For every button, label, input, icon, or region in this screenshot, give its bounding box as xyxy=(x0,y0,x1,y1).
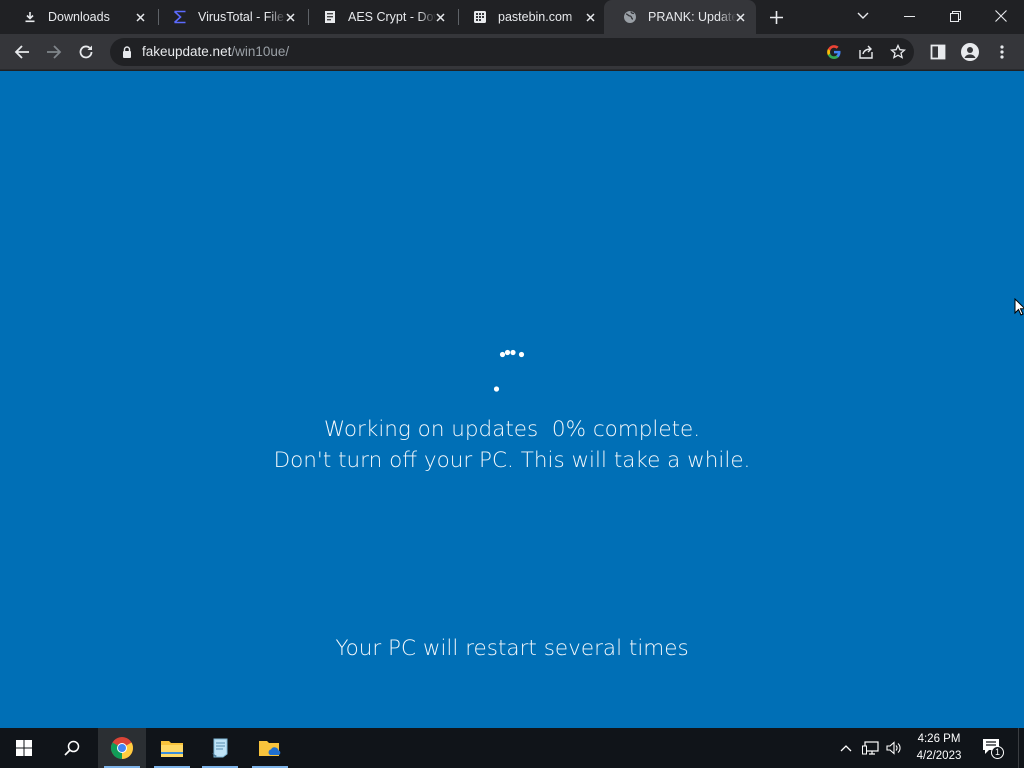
download-icon xyxy=(22,9,38,25)
share-icon xyxy=(859,45,873,59)
windows-taskbar: 4:26 PM 4/2/2023 1 xyxy=(0,728,1024,768)
arrow-right-icon xyxy=(47,45,62,59)
virustotal-icon xyxy=(172,9,188,25)
warning-text: Don't turn off your PC. This will take a… xyxy=(273,448,751,473)
show-desktop-button[interactable] xyxy=(1019,728,1024,768)
address-bar[interactable]: fakeupdate.net/win10ue/ xyxy=(110,38,914,66)
url-path: /win10ue/ xyxy=(231,44,290,59)
network-icon xyxy=(862,741,879,755)
close-tab-icon[interactable] xyxy=(732,9,748,25)
aescrypt-icon xyxy=(322,9,338,25)
loading-spinner-icon xyxy=(493,349,525,392)
tab-virustotal[interactable]: VirusTotal - File xyxy=(154,0,306,34)
avatar-icon xyxy=(961,43,979,61)
tab-strip: Downloads VirusTotal - File AES Crypt - … xyxy=(0,0,1024,34)
chevron-up-icon xyxy=(840,745,852,752)
show-hidden-icons-button[interactable] xyxy=(836,728,856,768)
tab-title: AES Crypt - Dow xyxy=(348,10,436,24)
notification-badge: 1 xyxy=(991,746,1004,759)
plus-icon xyxy=(769,10,783,24)
tab-prank-update[interactable]: PRANK: Update xyxy=(604,0,756,34)
lock-icon xyxy=(123,46,131,58)
forward-button[interactable] xyxy=(42,40,66,64)
google-lens-button[interactable] xyxy=(824,42,844,62)
clock-time: 4:26 PM xyxy=(917,733,961,745)
update-progress-text: Working on updates 0% complete. xyxy=(323,417,701,442)
star-icon xyxy=(890,44,906,59)
tab-pastebin[interactable]: pastebin.com xyxy=(454,0,606,34)
close-tab-icon[interactable] xyxy=(432,9,448,25)
tab-title: PRANK: Update xyxy=(648,10,736,24)
tab-title: pastebin.com xyxy=(498,10,573,24)
windows-logo-icon xyxy=(16,740,32,756)
close-tab-icon[interactable] xyxy=(582,9,598,25)
url-host: fakeupdate.net xyxy=(142,44,232,59)
volume-button[interactable] xyxy=(884,728,904,768)
google-icon xyxy=(827,45,841,59)
side-panel-button[interactable] xyxy=(926,40,950,64)
tab-search-button[interactable] xyxy=(840,0,886,32)
new-tab-button[interactable] xyxy=(766,7,786,27)
menu-button[interactable] xyxy=(990,40,1014,64)
browser-toolbar: fakeupdate.net/win10ue/ xyxy=(0,34,1024,70)
back-button[interactable] xyxy=(10,40,34,64)
pastebin-icon xyxy=(472,9,488,25)
restart-notice-text: Your PC will restart several times xyxy=(335,636,689,661)
minimize-button[interactable] xyxy=(886,0,932,32)
network-button[interactable] xyxy=(860,728,882,768)
minimize-icon xyxy=(903,15,915,17)
arrow-left-icon xyxy=(14,45,29,59)
file-explorer-icon xyxy=(161,741,183,757)
restore-icon xyxy=(949,10,961,22)
mouse-cursor-icon xyxy=(1014,298,1024,316)
restore-button[interactable] xyxy=(932,0,978,32)
close-tab-icon[interactable] xyxy=(282,9,298,25)
notepad-icon xyxy=(212,738,228,758)
taskbar-app-folder[interactable] xyxy=(246,728,294,768)
search-icon xyxy=(64,740,80,756)
close-icon xyxy=(995,10,1007,22)
bookmark-button[interactable] xyxy=(888,42,908,62)
close-tab-icon[interactable] xyxy=(132,9,148,25)
reload-button[interactable] xyxy=(74,40,98,64)
speaker-icon xyxy=(886,741,901,755)
tab-title: Downloads xyxy=(48,10,110,24)
reload-icon xyxy=(79,45,93,59)
chrome-icon xyxy=(111,737,133,759)
chevron-down-icon xyxy=(857,12,869,19)
globe-icon xyxy=(622,9,638,25)
fake-update-page: Working on updates 0% complete. Don't tu… xyxy=(0,71,1024,728)
tab-aescrypt[interactable]: AES Crypt - Dow xyxy=(304,0,456,34)
system-clock[interactable]: 4:26 PM 4/2/2023 xyxy=(904,731,974,765)
tab-downloads[interactable]: Downloads xyxy=(4,0,156,34)
taskbar-search-button[interactable] xyxy=(48,728,96,768)
kebab-menu-icon xyxy=(1000,45,1004,59)
taskbar-app-file-explorer[interactable] xyxy=(148,728,196,768)
start-button[interactable] xyxy=(0,728,48,768)
url-text[interactable]: fakeupdate.net/win10ue/ xyxy=(142,44,289,59)
taskbar-app-notepad[interactable] xyxy=(196,728,244,768)
close-window-button[interactable] xyxy=(978,0,1024,32)
profile-button[interactable] xyxy=(958,40,982,64)
taskbar-app-chrome[interactable] xyxy=(98,728,146,768)
clock-date: 4/2/2023 xyxy=(916,750,962,762)
onedrive-folder-icon xyxy=(259,741,281,756)
share-button[interactable] xyxy=(856,42,876,62)
tab-title: VirusTotal - File xyxy=(198,10,284,24)
notification-center-button[interactable]: 1 xyxy=(978,728,1008,768)
side-panel-icon xyxy=(930,44,946,60)
